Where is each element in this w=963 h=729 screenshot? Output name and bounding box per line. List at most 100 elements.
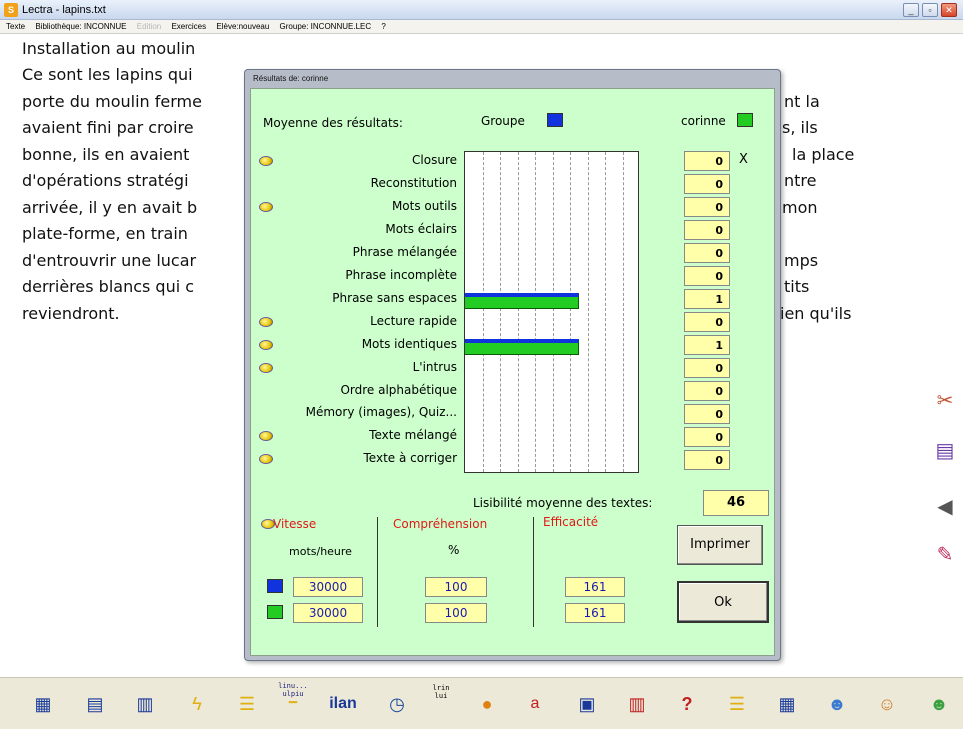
exercise-dot-icon[interactable]: [259, 156, 273, 166]
texte-corriger-icon[interactable]: ☰: [720, 688, 754, 720]
exercise-dot-icon[interactable]: [259, 454, 273, 464]
phrase-sans-espaces-icon[interactable]: ilan: [326, 688, 360, 720]
memory-icon[interactable]: ▣: [570, 688, 604, 720]
exercise-label: Phrase incomplète: [345, 268, 457, 282]
user-group-icon[interactable]: ☻: [820, 688, 854, 720]
exercise-toolbar: ▦ ▤ ▥ ϟ ☰ linu... ulpiu ▬▬ ilan ◷ lrin l…: [0, 677, 963, 729]
menu-eleve[interactable]: Elève:nouveau: [216, 22, 269, 31]
student-label: corinne: [681, 114, 726, 128]
exercise-score: 0: [684, 358, 730, 378]
users-icon[interactable]: ☻: [922, 688, 956, 720]
exercise-score: 0: [684, 151, 730, 171]
close-icon[interactable]: ✕: [941, 3, 957, 17]
student-color-swatch: [737, 113, 753, 127]
chart-gridline: [483, 152, 484, 472]
chart-gridline: [588, 152, 589, 472]
mots-outils-icon[interactable]: ▥: [128, 688, 162, 720]
results-dialog: Résultats de: corinne Moyenne des résult…: [244, 69, 781, 661]
exercise-score: 0: [684, 197, 730, 217]
minimize-icon[interactable]: _: [903, 3, 919, 17]
doc-line: reviendront.: [22, 304, 120, 323]
exercise-label: Mémory (images), Quiz...: [305, 405, 457, 419]
doc-line: porte du moulin ferme: [22, 92, 202, 111]
closure-icon[interactable]: ▦: [26, 688, 60, 720]
eclair-icon[interactable]: ϟ: [180, 688, 214, 720]
group-row-swatch: [267, 579, 283, 593]
doc-line-right: nt la: [784, 92, 820, 111]
toolbar-mini-text: ulpiu: [282, 690, 304, 698]
lisibilite-value: 46: [703, 490, 769, 516]
moyenne-label: Moyenne des résultats:: [263, 116, 403, 130]
menu-exercices[interactable]: Exercices: [171, 22, 206, 31]
chart-gridline: [518, 152, 519, 472]
stats-icon[interactable]: ▦: [770, 688, 804, 720]
speaker-icon[interactable]: ◀: [930, 494, 960, 520]
maximize-icon[interactable]: ▫: [922, 3, 938, 17]
exercise-dot-icon[interactable]: [259, 431, 273, 441]
ordre-alpha-icon[interactable]: a: [518, 688, 552, 720]
toolbar-mini-text: lui: [434, 692, 448, 700]
doc-line: Ce sont les lapins qui: [22, 65, 193, 84]
exercise-label: Phrase sans espaces: [332, 291, 457, 305]
exercise-score: 0: [684, 266, 730, 286]
menu-help[interactable]: ?: [381, 22, 385, 31]
doc-line-right: la place: [792, 145, 855, 164]
print-button[interactable]: Imprimer: [677, 525, 763, 565]
texte-melange-icon[interactable]: ?: [670, 688, 704, 720]
lecture-rapide-icon[interactable]: ◷: [380, 688, 414, 720]
user-icon[interactable]: ☺: [870, 688, 904, 720]
exercise-label: Lecture rapide: [370, 314, 457, 328]
exercise-score: 0: [684, 174, 730, 194]
comprehension-unit: %: [448, 543, 460, 557]
exercise-score: 0: [684, 381, 730, 401]
books-icon[interactable]: ▤: [930, 438, 960, 464]
doc-line-right: ntre: [784, 171, 817, 190]
exercise-score: 0: [684, 427, 730, 447]
lectra-app-icon: S: [4, 3, 18, 17]
exercise-score: 0: [684, 220, 730, 240]
exercise-score: 0: [684, 450, 730, 470]
toolbar-mini-text: ?: [681, 694, 693, 714]
menu-bibliotheque[interactable]: Bibliothèque: INCONNUE: [35, 22, 126, 31]
exercise-label: Texte mélangé: [369, 428, 457, 442]
chart-gridline: [623, 152, 624, 472]
phrase-melangee-icon[interactable]: ☰: [230, 688, 264, 720]
exercise-dot-icon[interactable]: [259, 202, 273, 212]
exercise-label: Phrase mélangée: [352, 245, 457, 259]
toolbar-mini-text: linu...: [278, 682, 308, 690]
menu-edition: Edition: [136, 22, 162, 31]
doc-line: d'opérations stratégi: [22, 171, 189, 190]
window-titlebar[interactable]: S Lectra - lapins.txt _ ▫ ✕: [0, 0, 963, 20]
doc-line: derrières blancs qui c: [22, 277, 195, 296]
window-title: Lectra - lapins.txt: [22, 4, 106, 16]
chart-bar: [465, 339, 579, 355]
doc-line: Installation au moulin: [22, 39, 196, 58]
exercise-score: 0: [684, 404, 730, 424]
reconstitution-icon[interactable]: ▤: [78, 688, 112, 720]
doc-line-right: mps: [784, 251, 819, 270]
exercise-score: 0: [684, 243, 730, 263]
toolbar-mini-text: lrin: [432, 684, 450, 692]
doc-line: avaient fini par croire: [22, 118, 194, 137]
exercise-dot-icon[interactable]: [259, 363, 273, 373]
exercise-score: 1: [684, 335, 730, 355]
menu-texte[interactable]: Texte: [6, 22, 25, 31]
exercise-x-mark: X: [739, 152, 748, 167]
intrus-icon[interactable]: ●: [470, 688, 504, 720]
tools-icon[interactable]: ✂: [930, 388, 960, 414]
exercise-dot-icon[interactable]: [259, 317, 273, 327]
group-color-swatch: [547, 113, 563, 127]
student-vitesse: 30000: [293, 603, 363, 623]
edit-icon[interactable]: ✎: [930, 542, 960, 568]
mots-identiques-icon[interactable]: lrin lui: [424, 684, 458, 716]
phrase-incomplete-icon[interactable]: linu... ulpiu ▬▬: [276, 682, 310, 714]
toolbar-mini-text: a: [530, 695, 540, 712]
exercise-score: 1: [684, 289, 730, 309]
student-row-swatch: [267, 605, 283, 619]
menu-groupe[interactable]: Groupe: INCONNUE.LEC: [280, 22, 372, 31]
quiz-icon[interactable]: ▥: [620, 688, 654, 720]
ok-button[interactable]: Ok: [677, 581, 769, 623]
doc-line-right: s, ils: [782, 118, 818, 137]
doc-line-right: tits: [784, 277, 810, 296]
exercise-dot-icon[interactable]: [259, 340, 273, 350]
